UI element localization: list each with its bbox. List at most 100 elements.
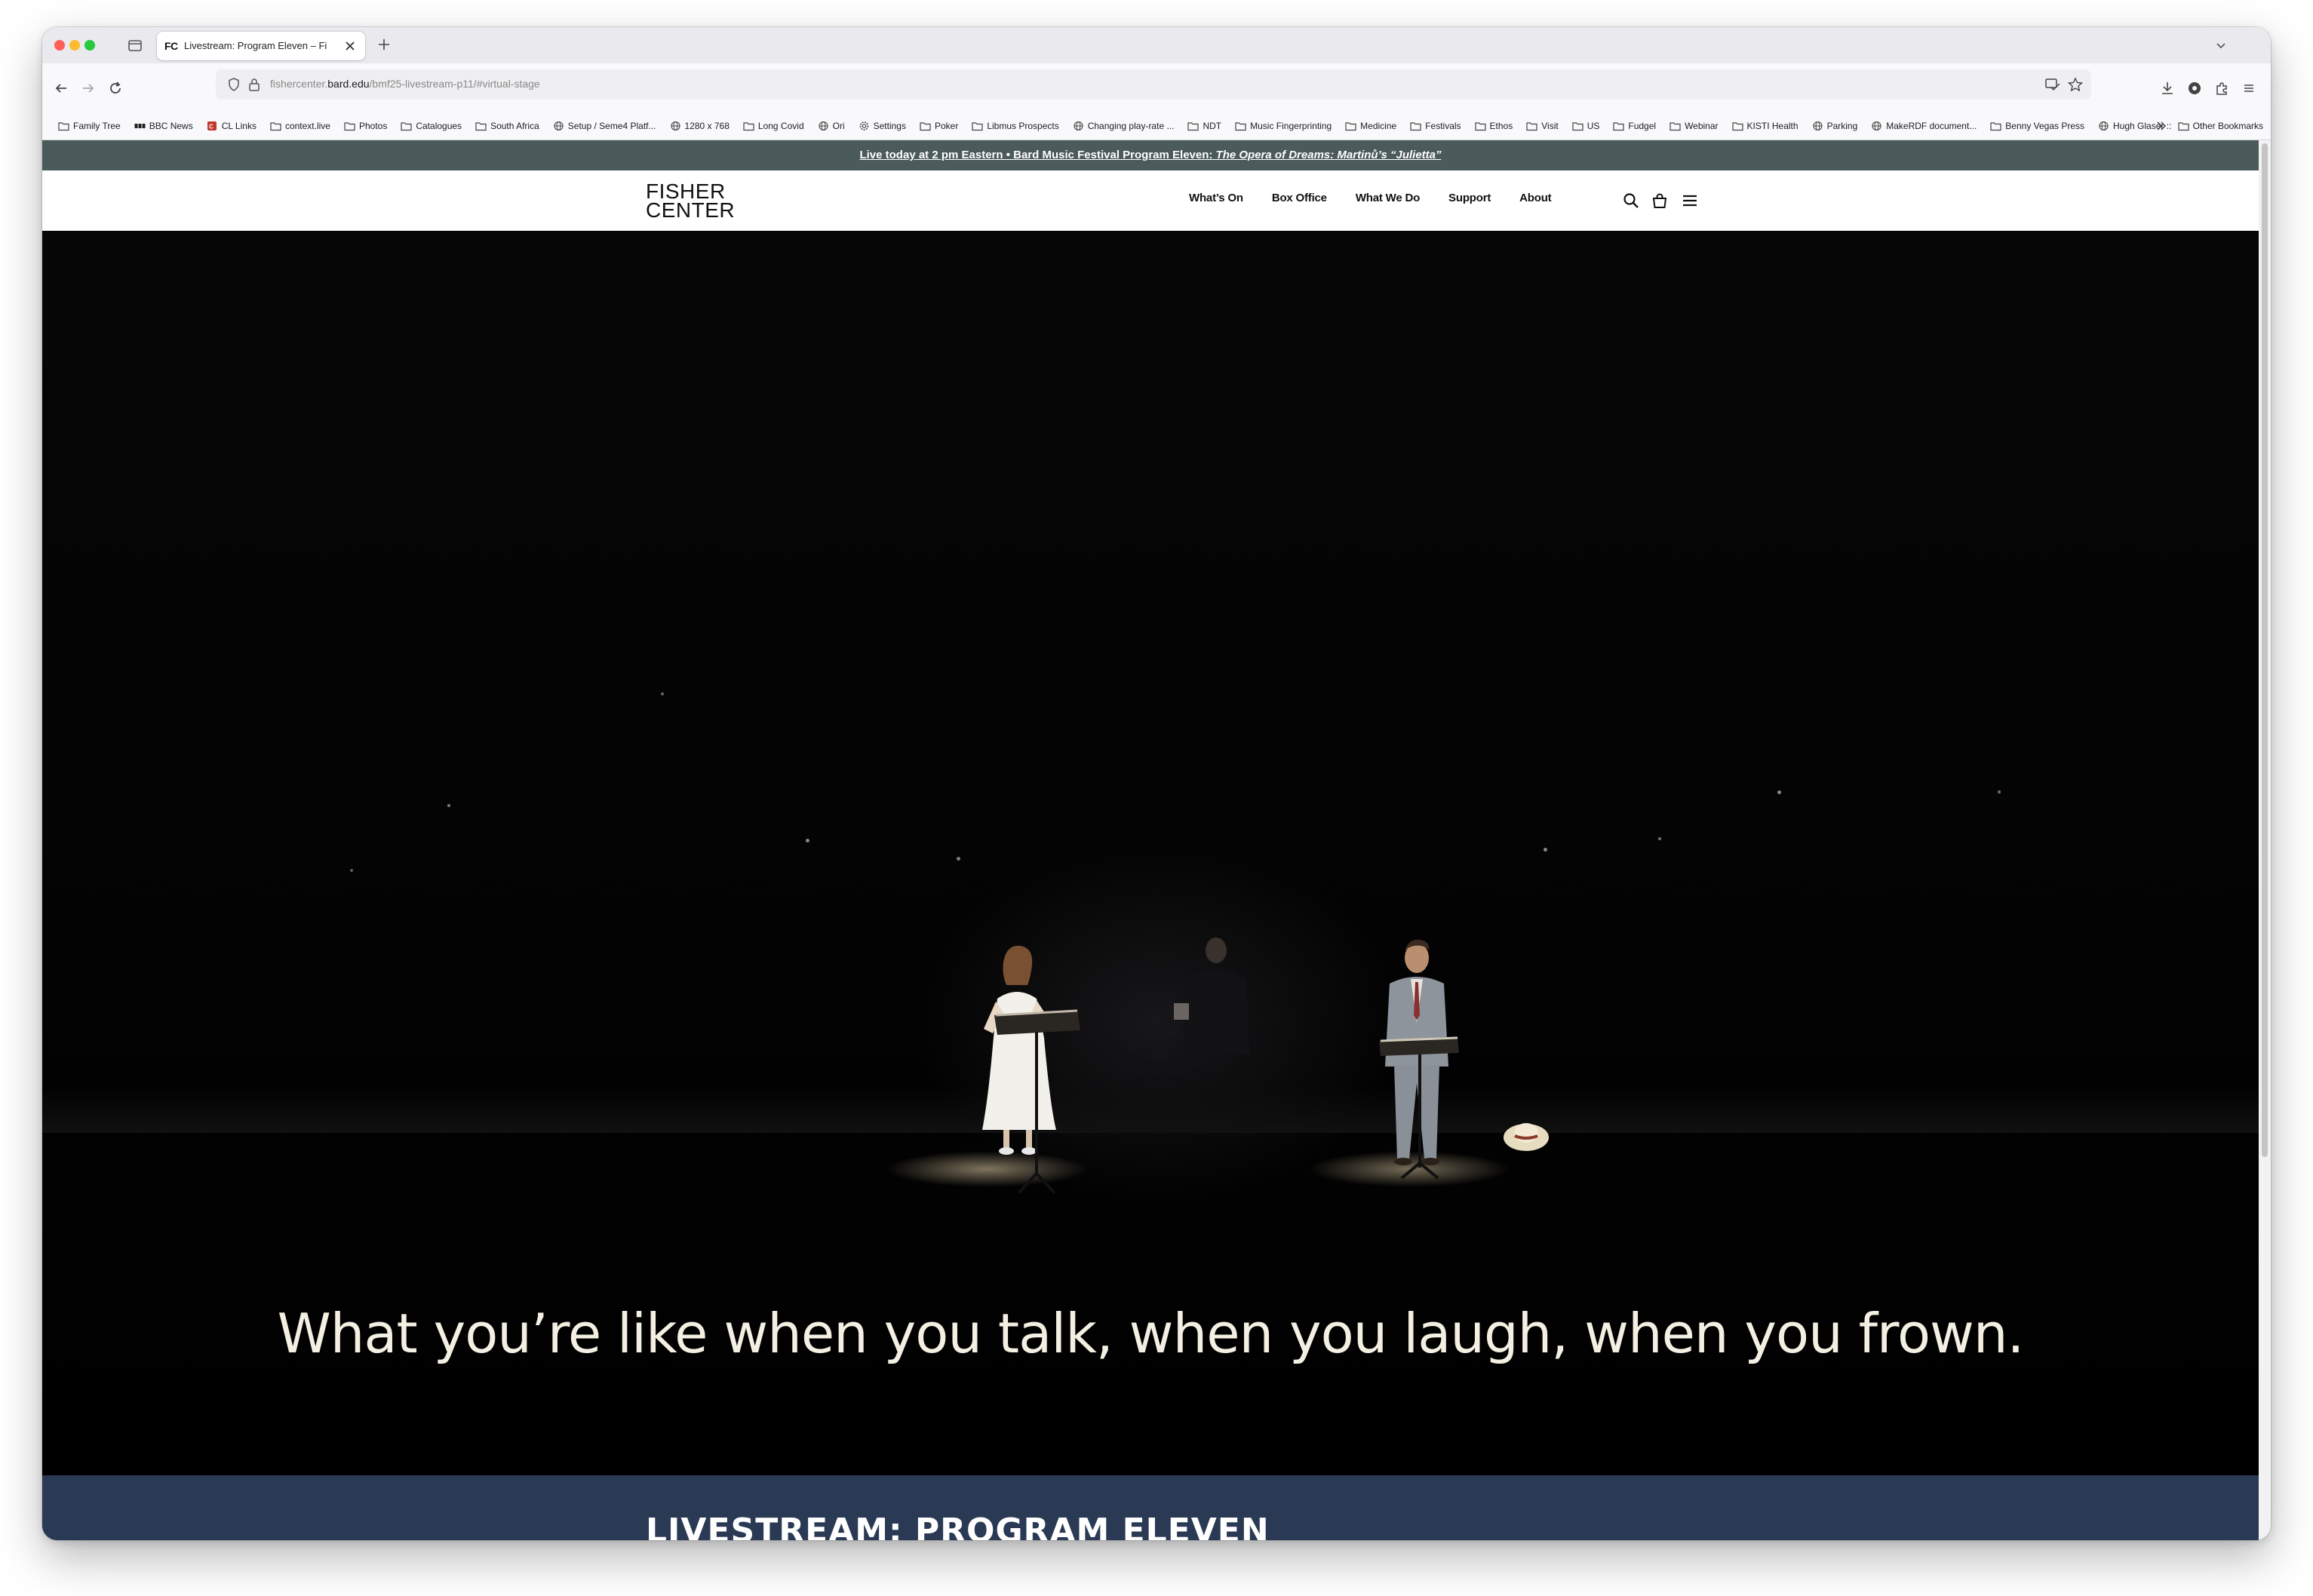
bookmark-item[interactable]: context.live	[263, 115, 337, 137]
folder-icon	[920, 121, 931, 131]
bookmark-label: MakeRDF document...	[1886, 121, 1977, 131]
gear-icon	[859, 121, 870, 131]
svg-text:C: C	[209, 124, 213, 130]
bookmark-item[interactable]: Medicine	[1338, 115, 1403, 137]
folder-icon	[1731, 121, 1743, 131]
globe-icon	[1812, 121, 1823, 131]
bookmark-label: Ethos	[1489, 121, 1513, 131]
video-subtitle: What you’re like when you talk, when you…	[277, 1302, 2025, 1365]
bookmark-item[interactable]: Catalogues	[394, 115, 468, 137]
nav-support[interactable]: Support	[1448, 192, 1491, 210]
folder-icon	[1410, 121, 1421, 131]
menu-icon[interactable]	[1681, 192, 1699, 210]
tracking-shield-icon[interactable]	[226, 77, 241, 92]
folder-icon	[972, 121, 983, 131]
bookmark-item[interactable]: NDT	[1181, 115, 1228, 137]
globe-icon	[818, 121, 829, 131]
other-bookmarks[interactable]: Other Bookmarks	[2178, 115, 2263, 137]
bookmark-item[interactable]: Visit	[1519, 115, 1565, 137]
bookmark-item[interactable]: Ethos	[1468, 115, 1520, 137]
nav-what-we-do[interactable]: What We Do	[1356, 192, 1420, 210]
url-prefix: fishercenter.	[270, 78, 328, 90]
stage-light	[1544, 848, 1547, 852]
bookmark-item[interactable]: Benny Vegas Press	[1983, 115, 2091, 137]
bookmark-item[interactable]: South Africa	[468, 115, 546, 137]
tab-overview-icon[interactable]	[127, 37, 143, 54]
account-icon[interactable]	[2186, 80, 2203, 97]
announcement-text: Live today at 2 pm Eastern • Bard Music …	[859, 149, 1216, 161]
tab-favicon: FC	[164, 40, 178, 52]
translate-icon[interactable]	[2044, 77, 2061, 92]
extensions-icon[interactable]	[2213, 80, 2230, 97]
globe-icon	[553, 121, 564, 131]
bookmark-label: Medicine	[1360, 121, 1397, 131]
bookmark-label: Ori	[832, 121, 845, 131]
folder-icon	[475, 121, 487, 131]
folder-icon	[58, 121, 69, 131]
bookmark-label: Benny Vegas Press	[2005, 121, 2085, 131]
tab-active[interactable]: FC Livestream: Program Eleven – Fi	[157, 32, 365, 60]
conductor-silhouette	[1174, 938, 1249, 1054]
lock-icon[interactable]	[247, 77, 261, 92]
search-icon[interactable]	[1622, 192, 1640, 210]
folder-icon	[1572, 121, 1583, 131]
video-player[interactable]: What you’re like when you talk, when you…	[42, 231, 2259, 1475]
download-icon[interactable]	[2159, 80, 2176, 97]
bookmark-item[interactable]: Setup / Seme4 Platf...	[546, 115, 663, 137]
bookmark-item[interactable]: Changing play-rate ...	[1066, 115, 1181, 137]
bookmark-item[interactable]: Family Tree	[51, 115, 127, 137]
bookmark-item[interactable]: Libmus Prospects	[965, 115, 1065, 137]
nav-about[interactable]: About	[1519, 192, 1552, 210]
close-window-button[interactable]	[54, 40, 65, 51]
url-text[interactable]: fishercenter.bard.edu/bmf25-livestream-p…	[270, 78, 540, 93]
bookmark-item[interactable]: 1280 x 768	[663, 115, 736, 137]
bookmark-item[interactable]: Webinar	[1663, 115, 1725, 137]
bookmark-label: context.live	[284, 121, 330, 131]
star-bookmark-icon[interactable]	[2067, 77, 2084, 92]
bookmark-item[interactable]: Parking	[1805, 115, 1865, 137]
address-bar[interactable]: fishercenter.bard.edu/bmf25-livestream-p…	[216, 69, 2091, 100]
nav-whats-on[interactable]: What’s On	[1189, 192, 1243, 210]
fisher-center-logo[interactable]: FISHER CENTER	[646, 181, 744, 223]
bookmark-item[interactable]: Photos	[337, 115, 394, 137]
bookmark-item[interactable]: KISTI Health	[1725, 115, 1805, 137]
forward-arrow-icon[interactable]	[80, 80, 97, 97]
bookmark-item[interactable]: Fudgel	[1606, 115, 1663, 137]
reload-icon[interactable]	[107, 80, 124, 97]
more-bookmarks-chevron-icon[interactable]	[2155, 119, 2168, 133]
bookmark-label: 1280 x 768	[684, 121, 730, 131]
back-arrow-icon[interactable]	[53, 80, 69, 97]
bookmark-label: Catalogues	[416, 121, 462, 131]
bookmark-item[interactable]: Music Fingerprinting	[1228, 115, 1338, 137]
bookmark-item[interactable]: Ori	[811, 115, 852, 137]
bookmark-label: NDT	[1203, 121, 1222, 131]
bookmark-label: Photos	[358, 121, 388, 131]
bag-icon[interactable]	[1651, 192, 1669, 210]
bookmark-item[interactable]: Long Covid	[736, 115, 811, 137]
nav-box-office[interactable]: Box Office	[1272, 192, 1327, 210]
other-bookmarks-label: Other Bookmarks	[2192, 121, 2263, 131]
new-tab-icon[interactable]	[376, 36, 392, 53]
bookmark-item[interactable]: Poker	[913, 115, 965, 137]
close-tab-icon[interactable]	[342, 38, 358, 54]
bookmark-item[interactable]: BBC News	[127, 115, 200, 137]
bookmark-item[interactable]: Settings	[852, 115, 913, 137]
folder-icon	[344, 121, 355, 131]
zoom-window-button[interactable]	[84, 40, 95, 51]
music-stand-right	[1379, 1036, 1459, 1180]
folder-icon	[1187, 121, 1200, 131]
app-menu-icon[interactable]	[2241, 80, 2257, 97]
scrollbar-thumb[interactable]	[2262, 143, 2268, 1157]
bookmark-item[interactable]: C CL Links	[200, 115, 263, 137]
page-scrollbar[interactable]	[2259, 140, 2271, 1540]
bookmark-item[interactable]: US	[1565, 115, 1607, 137]
bookmark-item[interactable]: MakeRDF document...	[1864, 115, 1983, 137]
announcement-banner[interactable]: Live today at 2 pm Eastern • Bard Music …	[42, 140, 2259, 170]
bbc-icon	[134, 121, 146, 131]
chevron-down-icon[interactable]	[2213, 38, 2229, 53]
browser-window: FC Livestream: Program Eleven – Fi fishe…	[42, 27, 2271, 1540]
bookmark-item[interactable]: Festivals	[1403, 115, 1467, 137]
minimize-window-button[interactable]	[69, 40, 80, 51]
bookmark-label: Settings	[873, 121, 906, 131]
globe-icon	[670, 121, 681, 131]
